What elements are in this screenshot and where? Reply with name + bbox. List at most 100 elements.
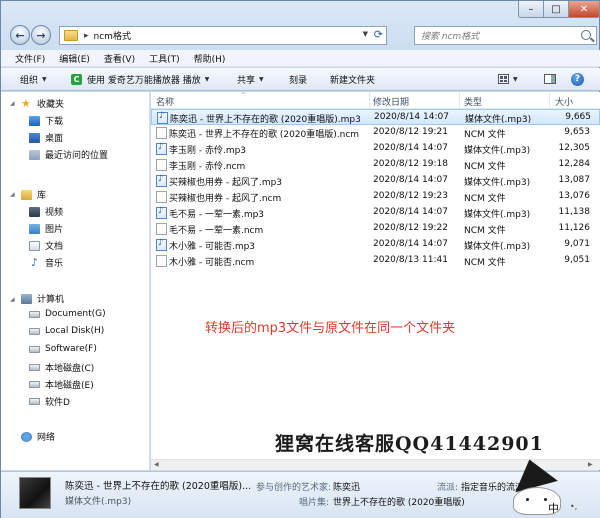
file-size: 9,653: [564, 127, 590, 137]
file-type: NCM 文件: [464, 194, 506, 204]
file-row[interactable]: 木小雅 - 可能否.ncm 2020/8/13 11:41 NCM 文件 9,051: [151, 253, 600, 269]
file-row[interactable]: 毛不易 - 一荤一素.mp3 2020/8/14 14:07 媒体文件(.mp3) 1…: [151, 205, 600, 221]
nav-downloads[interactable]: 下载: [29, 114, 63, 127]
nav-drive-f[interactable]: Software(F): [29, 344, 97, 354]
column-date[interactable]: 修改日期: [373, 95, 409, 108]
ncm-file-icon: [156, 223, 167, 235]
file-row[interactable]: 李玉刚 - 赤伶.ncm 2020/8/12 19:18 NCM 文件 12,284: [151, 157, 600, 173]
file-type: 媒体文件(.mp3): [464, 178, 531, 188]
mp3-file-icon: [156, 142, 167, 155]
nav-favorites[interactable]: ★ 收藏夹: [21, 97, 64, 110]
nav-libraries-label: 库: [37, 191, 47, 201]
file-name: 买辣椒也用券 - 起风了.mp3: [169, 178, 283, 188]
collapse-arrow-icon[interactable]: ◢: [10, 296, 15, 303]
address-bar[interactable]: ▸ ncm格式 ▼ ⟳: [59, 26, 387, 45]
view-grid-icon: [498, 74, 509, 84]
forward-button[interactable]: →: [31, 25, 51, 45]
burn-button[interactable]: 刻录: [289, 69, 307, 89]
ime-mode-indicator[interactable]: 中: [548, 500, 559, 516]
file-date: 2020/8/14 14:07: [373, 143, 448, 153]
album-art-thumbnail: [19, 477, 51, 509]
nav-drive-d[interactable]: 软件D: [29, 395, 70, 408]
nav-computer[interactable]: 计算机: [21, 292, 64, 305]
file-row[interactable]: 陈奕迅 - 世界上不存在的歌 (2020重唱版).mp3 2020/8/14 14…: [151, 109, 600, 125]
nav-libraries[interactable]: 库: [21, 188, 46, 201]
search-input[interactable]: 搜索 ncm格式: [421, 29, 479, 42]
menu-view[interactable]: 查看(V): [104, 52, 135, 65]
file-size: 9,071: [564, 239, 590, 249]
nav-desktop[interactable]: 桌面: [29, 131, 63, 144]
minimize-button[interactable]: –: [518, 1, 544, 18]
scroll-right-icon[interactable]: ▶: [588, 461, 593, 468]
nav-pictures[interactable]: 图片: [29, 222, 63, 235]
mp3-file-icon: [157, 111, 168, 124]
breadcrumb-current[interactable]: ncm格式: [94, 29, 131, 42]
column-header-row: ^ 名称 修改日期 类型 大小: [151, 92, 600, 109]
nav-drive-c[interactable]: 本地磁盘(C): [29, 361, 94, 374]
column-size[interactable]: 大小: [555, 95, 573, 108]
close-button[interactable]: ✕: [568, 1, 600, 18]
details-artist-value[interactable]: 陈奕迅: [333, 480, 360, 493]
collapse-arrow-icon[interactable]: ◢: [10, 100, 15, 107]
forward-arrow-icon: →: [36, 28, 46, 42]
file-row[interactable]: 木小雅 - 可能否.mp3 2020/8/14 14:07 媒体文件(.mp3) 9,…: [151, 237, 600, 253]
share-label: 共享: [237, 75, 256, 86]
file-row[interactable]: 买辣椒也用券 - 起风了.mp3 2020/8/14 14:07 媒体文件(.mp3…: [151, 173, 600, 189]
new-folder-button[interactable]: 新建文件夹: [330, 69, 375, 89]
collapse-arrow-icon[interactable]: ◢: [10, 191, 15, 198]
mascot-logo: [503, 453, 573, 518]
drive-icon: [29, 345, 40, 353]
search-icon[interactable]: [581, 30, 591, 40]
search-box[interactable]: 搜索 ncm格式: [414, 26, 597, 45]
help-icon[interactable]: ?: [571, 72, 584, 86]
file-row[interactable]: 买辣椒也用券 - 起风了.ncm 2020/8/12 19:23 NCM 文件 13,…: [151, 189, 600, 205]
nav-drive-e[interactable]: 本地磁盘(E): [29, 378, 94, 391]
file-row[interactable]: 毛不易 - 一荤一素.ncm 2020/8/12 19:22 NCM 文件 11,12…: [151, 221, 600, 237]
scroll-left-icon[interactable]: ◀: [154, 461, 159, 468]
column-divider[interactable]: [549, 92, 550, 108]
column-name[interactable]: 名称: [156, 95, 174, 108]
file-name: 陈奕迅 - 世界上不存在的歌 (2020重唱版).mp3: [170, 115, 361, 125]
organize-button[interactable]: 组织 ▼: [20, 69, 47, 89]
refresh-icon[interactable]: ⟳: [374, 28, 383, 41]
drive-icon: [29, 327, 40, 335]
nav-drive-h[interactable]: Local Disk(H): [29, 326, 104, 336]
column-type[interactable]: 类型: [464, 95, 482, 108]
menu-edit[interactable]: 编辑(E): [59, 52, 90, 65]
downloads-icon: [29, 115, 40, 126]
menu-tools[interactable]: 工具(T): [149, 52, 180, 65]
change-view-button[interactable]: ▼: [498, 69, 528, 89]
file-name: 毛不易 - 一荤一素.ncm: [169, 226, 264, 236]
file-row[interactable]: 李玉刚 - 赤伶.mp3 2020/8/14 14:07 媒体文件(.mp3) 12,…: [151, 141, 600, 157]
nav-videos[interactable]: 视频: [29, 205, 63, 218]
column-divider[interactable]: [369, 92, 370, 108]
nav-desktop-label: 桌面: [45, 134, 64, 144]
back-arrow-icon: ←: [15, 28, 25, 42]
open-with-button[interactable]: C 使用 爱奇艺万能播放器 播放 ▼: [71, 69, 209, 89]
file-type: NCM 文件: [464, 258, 506, 268]
star-icon: ★: [21, 97, 31, 110]
file-row[interactable]: 陈奕迅 - 世界上不存在的歌 (2020重唱版).ncm 2020/8/12 19…: [151, 125, 600, 141]
title-address-bar: ← → ▸ ncm格式 ▼ ⟳ 搜索 ncm格式 – □ ✕: [1, 1, 600, 49]
nav-music[interactable]: ♪ 音乐: [29, 256, 63, 269]
share-button[interactable]: 共享 ▼: [237, 69, 264, 89]
nav-network[interactable]: 网络: [21, 430, 55, 443]
menu-help[interactable]: 帮助(H): [194, 52, 226, 65]
nav-recent[interactable]: 最近访问的位置: [29, 148, 108, 161]
file-type: 媒体文件(.mp3): [464, 146, 531, 156]
mp3-file-icon: [156, 238, 167, 251]
back-button[interactable]: ←: [10, 25, 30, 45]
nav-drive-g[interactable]: Document(G): [29, 309, 106, 319]
maximize-button[interactable]: □: [543, 1, 569, 18]
annotation-text: 转换后的mp3文件与原文件在同一个文件夹: [205, 321, 456, 336]
ime-punctuation-indicator[interactable]: •,: [570, 502, 577, 511]
address-dropdown-icon[interactable]: ▼: [363, 30, 368, 38]
nav-documents[interactable]: 文档: [29, 239, 63, 252]
ncm-file-icon: [156, 255, 167, 267]
menu-file[interactable]: 文件(F): [15, 52, 45, 65]
column-divider[interactable]: [459, 92, 460, 108]
nav-music-label: 音乐: [45, 259, 64, 269]
details-album-value[interactable]: 世界上不存在的歌 (2020重唱版): [333, 495, 465, 508]
preview-pane-icon[interactable]: [544, 74, 556, 84]
nav-drive-label: 本地磁盘(E): [45, 381, 94, 391]
